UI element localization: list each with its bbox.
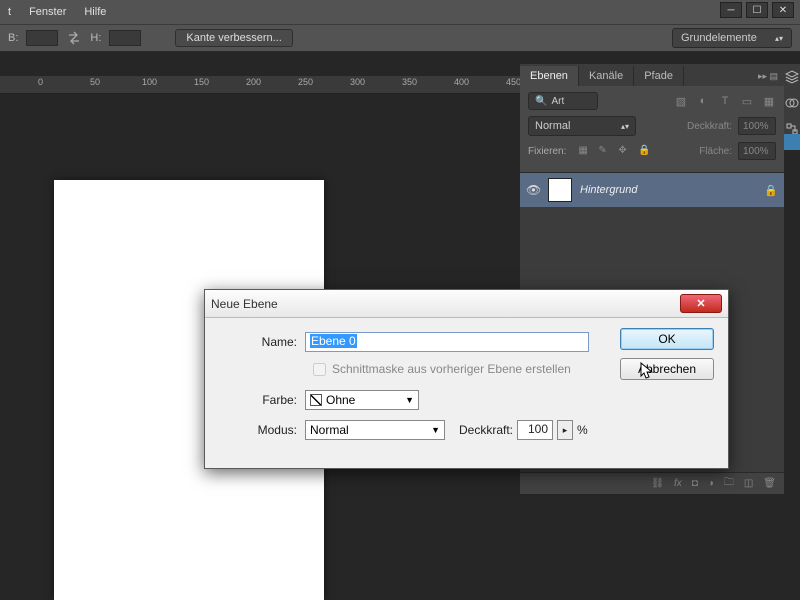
maximize-button[interactable]: ☐ [746,2,768,18]
width-input[interactable] [26,30,58,46]
ruler-tick: 450 [506,77,521,87]
delete-layer-icon[interactable]: 🗑 [763,478,776,489]
name-input[interactable]: Ebene 0 [305,332,589,352]
panel-menu-icon[interactable]: ▸▸ ▤ [752,67,784,86]
window-controls: ─ ☐ ✕ [720,2,794,18]
layer-filter-dropdown[interactable]: 🔍 Art [528,92,598,110]
dock-layers-icon[interactable] [785,70,799,84]
close-window-button[interactable]: ✕ [772,2,794,18]
cancel-button[interactable]: Abbrechen [620,358,714,380]
opacity-flyout-button[interactable]: ▸ [557,420,573,440]
chevron-down-icon: ▼ [431,425,440,435]
chevron-updown-icon: ▴▾ [775,34,783,43]
fill-label: Fläche: [699,146,732,157]
none-swatch-icon [310,394,322,406]
name-value: Ebene 0 [310,334,357,348]
menu-item[interactable]: t [8,6,11,18]
tab-kanale[interactable]: Kanäle [579,66,634,86]
dock-collapsed-highlight[interactable] [784,134,800,150]
options-bar: B: H: Kante verbessern... Grundelemente … [0,24,800,52]
ruler-tick: 200 [246,77,261,87]
ruler-tick: 100 [142,77,157,87]
menu-item-hilfe[interactable]: Hilfe [84,6,106,18]
ruler-tick: 250 [298,77,313,87]
opacity-value-input[interactable]: 100% [738,117,776,135]
lock-pixels-icon[interactable]: ✎ [598,145,610,157]
new-group-icon[interactable]: 🗀 [724,475,734,492]
ruler-tick: 300 [350,77,365,87]
ruler-tick: 0 [38,77,43,87]
lock-transparency-icon[interactable]: ▦ [578,145,590,157]
mode-dropdown[interactable]: Normal ▼ [305,420,445,440]
ruler-tick: 50 [90,77,100,87]
ruler-tick: 150 [194,77,209,87]
right-dock [784,64,800,136]
filter-shape-icon[interactable]: ▭ [740,94,754,108]
width-label: B: [8,32,18,44]
lock-icon[interactable]: 🔒 [764,184,778,197]
layer-name[interactable]: Hintergrund [580,184,637,196]
panel-tabs: Ebenen Kanäle Pfade ▸▸ ▤ [520,64,784,86]
swap-dimensions-icon[interactable] [66,30,82,46]
filter-type-icon[interactable]: T [718,94,732,108]
mode-value: Normal [310,423,349,437]
percent-label: % [577,423,588,437]
visibility-eye-icon[interactable]: 👁 [526,183,540,197]
dialog-close-button[interactable]: ✕ [680,294,722,313]
refine-edge-button[interactable]: Kante verbessern... [175,29,292,47]
ruler-tick: 350 [402,77,417,87]
lock-all-icon[interactable]: 🔒 [638,145,650,157]
new-layer-dialog: Neue Ebene ✕ Name: Ebene 0 Schnittmaske … [204,289,729,469]
clipping-mask-checkbox [313,363,326,376]
lock-label: Fixieren: [528,146,566,157]
layers-panel-footer: ⛓ fx ◘ ◑ 🗀 ◫ 🗑 [520,472,784,494]
layer-row-hintergrund[interactable]: 👁 Hintergrund 🔒 [520,173,784,207]
filter-label: Art [551,96,564,107]
name-label: Name: [219,335,305,349]
preset-label: Grundelemente [681,32,757,44]
ok-button[interactable]: OK [620,328,714,350]
color-label: Farbe: [219,393,305,407]
fill-value-input[interactable]: 100% [738,142,776,160]
clipping-mask-label: Schnittmaske aus vorheriger Ebene erstel… [332,362,571,376]
height-label: H: [90,32,101,44]
lock-position-icon[interactable]: ✥ [618,145,630,157]
add-mask-icon[interactable]: ◘ [692,478,698,489]
new-layer-icon[interactable]: ◫ [744,478,753,489]
color-dropdown[interactable]: Ohne ▼ [305,390,419,410]
tab-pfade[interactable]: Pfade [634,66,684,86]
menu-item-fenster[interactable]: Fenster [29,6,66,18]
chevron-down-icon: ▼ [405,395,414,405]
opacity-label: Deckkraft: [687,121,732,132]
dialog-opacity-input[interactable]: 100 [517,420,553,440]
dialog-opacity-label: Deckkraft: [459,423,513,437]
minimize-button[interactable]: ─ [720,2,742,18]
layer-fx-icon[interactable]: fx [674,478,682,489]
tab-ebenen[interactable]: Ebenen [520,66,579,86]
workspace-preset-dropdown[interactable]: Grundelemente ▴▾ [672,28,792,48]
filter-adjust-icon[interactable]: ◐ [696,94,710,108]
link-layers-icon[interactable]: ⛓ [651,478,664,489]
dock-channels-icon[interactable] [785,96,799,110]
blend-mode-value: Normal [535,120,570,132]
filter-pixel-icon[interactable]: ▧ [674,94,688,108]
height-input[interactable] [109,30,141,46]
ruler-tick: 400 [454,77,469,87]
dialog-titlebar[interactable]: Neue Ebene ✕ [205,290,728,318]
chevron-updown-icon: ▴▾ [621,122,629,131]
layer-thumbnail[interactable] [548,178,572,202]
new-adjustment-icon[interactable]: ◑ [708,478,714,489]
menubar: t Fenster Hilfe [0,0,800,24]
dialog-title: Neue Ebene [211,297,278,311]
mode-label: Modus: [219,423,305,437]
blend-mode-dropdown[interactable]: Normal ▴▾ [528,116,636,136]
filter-smart-icon[interactable]: ▦ [762,94,776,108]
color-value: Ohne [326,393,355,407]
